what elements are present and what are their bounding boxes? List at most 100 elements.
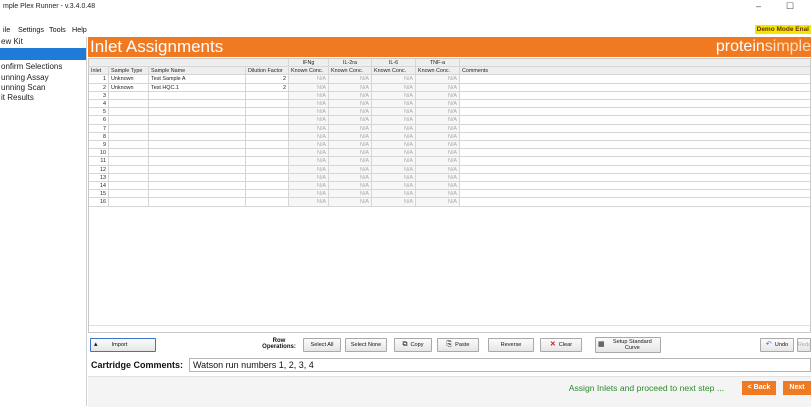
menu-tools[interactable]: Tools [49,24,66,36]
sample-name-cell[interactable] [149,149,246,158]
menu-settings[interactable]: Settings [18,24,44,36]
paste-button[interactable]: ⎘ Paste [437,338,479,352]
comments-cell[interactable] [460,174,810,182]
sample-type-cell[interactable] [109,108,149,117]
dilution-factor-cell[interactable] [246,198,289,207]
setup-standard-curve-button[interactable]: ▦ Setup Standard Curve [595,337,661,353]
column-header-known-conc-il-2ra[interactable]: Known Conc. [329,67,372,76]
sample-name-cell[interactable] [149,141,246,150]
dilution-factor-cell[interactable] [246,182,289,191]
dilution-factor-cell[interactable] [246,100,289,109]
sample-name-cell[interactable]: Test Sample A [149,75,246,84]
sample-type-cell[interactable] [109,100,149,109]
sample-type-cell[interactable] [109,132,149,141]
comments-cell[interactable] [460,182,810,191]
sample-type-cell[interactable]: Unknown [109,83,149,92]
sample-type-cell[interactable] [109,182,149,191]
sample-name-cell[interactable] [149,91,246,100]
sample-type-cell[interactable]: Unknown [109,75,149,84]
sample-name-cell[interactable] [149,198,246,207]
column-header-dilution-factor[interactable]: Dilution Factor [246,67,289,76]
dilution-factor-cell[interactable] [246,141,289,150]
reverse-button[interactable]: Reverse [488,338,534,352]
comments-cell[interactable] [460,141,810,150]
next-button[interactable]: Next [783,381,811,395]
copy-button[interactable]: ⧉ Copy [394,338,432,352]
dilution-factor-cell[interactable] [246,149,289,158]
sample-name-cell[interactable] [149,173,246,182]
sample-name-cell[interactable] [149,116,246,125]
dilution-factor-cell[interactable] [246,157,289,166]
minimize-button[interactable]: – [756,0,761,12]
sample-type-cell[interactable] [109,116,149,125]
select-none-button[interactable]: Select None [345,338,387,352]
sidebar-item-confirm-selections[interactable]: onfirm Selections [0,62,87,72]
redo-button[interactable]: Redo [797,338,811,352]
sample-type-cell[interactable] [109,157,149,166]
sample-type-cell[interactable] [109,198,149,207]
comments-cell[interactable] [460,92,810,100]
sample-type-cell[interactable] [109,190,149,199]
sample-type-cell[interactable] [109,165,149,174]
sample-name-cell[interactable] [149,190,246,199]
comments-cell[interactable] [460,133,810,141]
sample-name-cell[interactable] [149,157,246,166]
sidebar-item-running-assay[interactable]: unning Assay [0,73,87,83]
comments-cell[interactable] [460,125,810,133]
column-header-known-conc-il-6[interactable]: Known Conc. [372,67,416,76]
comments-cell[interactable] [460,198,810,207]
comments-cell[interactable] [460,84,810,92]
sample-name-cell[interactable] [149,132,246,141]
dilution-factor-cell[interactable] [246,91,289,100]
sidebar-item-new-kit[interactable]: ew Kit [0,37,87,47]
menu-file[interactable]: ile [3,24,10,36]
sample-type-cell[interactable] [109,149,149,158]
undo-button[interactable]: ↶ Undo [760,338,794,352]
sample-name-cell[interactable] [149,100,246,109]
dilution-factor-cell[interactable] [246,132,289,141]
sample-name-cell[interactable] [149,165,246,174]
column-header-inlet[interactable]: Inlet [89,67,109,76]
sidebar-item-inlet-assignments[interactable] [0,48,87,60]
menu-help[interactable]: Help [72,24,87,36]
comments-cell[interactable] [460,166,810,174]
column-header-sample-type[interactable]: Sample Type [109,67,149,76]
column-header-known-conc-tnf-a[interactable]: Known Conc. [416,67,460,76]
comments-cell[interactable] [460,108,810,117]
import-button[interactable]: ▴ Import [90,338,156,352]
sample-name-cell[interactable]: Test HQC.1 [149,83,246,92]
clear-button[interactable]: ✕ Clear [540,338,582,352]
comments-cell[interactable] [460,100,810,109]
comments-cell[interactable] [460,190,810,199]
sample-name-cell[interactable] [149,182,246,191]
column-header-comments[interactable]: Comments [460,67,810,76]
comments-cell[interactable] [460,157,810,166]
dilution-factor-cell[interactable] [246,173,289,182]
comments-cell[interactable] [460,75,810,84]
sample-type-cell[interactable] [109,91,149,100]
sidebar-item-running-scan[interactable]: unning Scan [0,83,87,93]
comments-cell[interactable] [460,149,810,158]
dilution-factor-cell[interactable]: 2 [246,75,289,84]
dilution-factor-cell[interactable] [246,124,289,133]
sidebar-item-results[interactable]: it Results [0,93,87,103]
sample-type-cell[interactable] [109,141,149,150]
select-all-button[interactable]: Select All [303,338,341,352]
dilution-factor-cell[interactable]: 2 [246,83,289,92]
back-button[interactable]: < Back [742,381,776,395]
sidebar-divider [86,37,87,406]
sample-name-cell[interactable] [149,108,246,117]
dilution-factor-cell[interactable] [246,108,289,117]
sample-name-cell[interactable] [149,124,246,133]
sample-type-cell[interactable] [109,173,149,182]
horizontal-scrollbar[interactable] [89,325,810,332]
dilution-factor-cell[interactable] [246,165,289,174]
column-header-known-conc-ifng[interactable]: Known Conc. [289,67,329,76]
sample-type-cell[interactable] [109,124,149,133]
dilution-factor-cell[interactable] [246,116,289,125]
dilution-factor-cell[interactable] [246,190,289,199]
column-header-sample-name[interactable]: Sample Name [149,67,246,76]
maximize-button[interactable]: ☐ [786,0,794,12]
cartridge-comments-input[interactable]: Watson run numbers 1, 2, 3, 4 [189,358,811,372]
comments-cell[interactable] [460,116,810,125]
